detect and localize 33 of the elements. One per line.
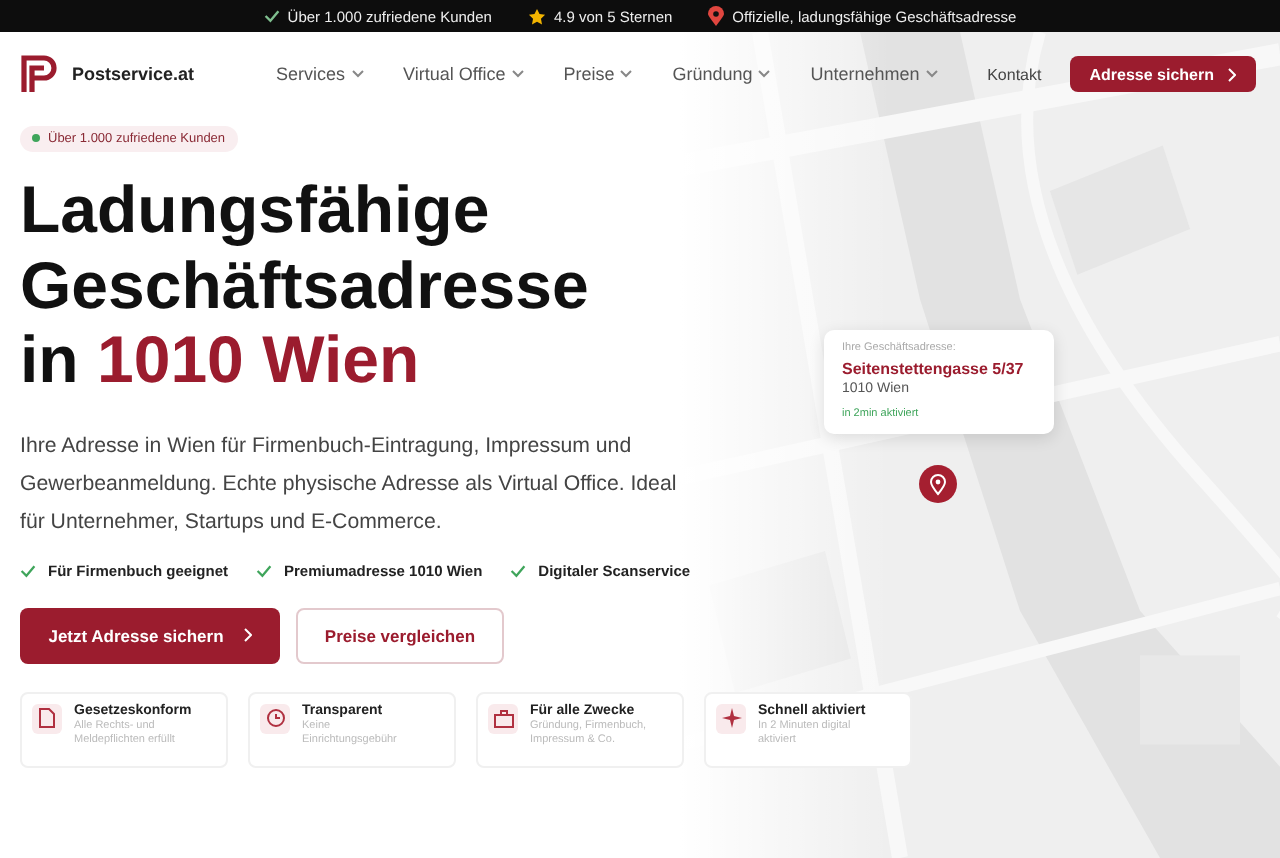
primary-button[interactable]: Jetzt Adresse sichern: [20, 607, 280, 663]
briefcase-icon: [493, 709, 513, 727]
check-icon: [256, 563, 273, 577]
chevron-right-icon: [243, 628, 252, 642]
document-icon: [38, 708, 56, 728]
pin-icon: [708, 6, 725, 26]
chevron-down-icon: [351, 70, 364, 78]
map-pin-icon: [918, 464, 958, 504]
chevron-down-icon: [620, 70, 633, 78]
chevron-down-icon: [925, 70, 938, 78]
address-street: Seitenstettengasse 5/37: [842, 360, 1026, 378]
nav-menu-item[interactable]: Preise: [563, 64, 633, 84]
nav-menu-item[interactable]: Virtual Office: [403, 64, 524, 84]
headline: Ladungsfähige: [20, 172, 490, 247]
chevron-down-icon: [511, 70, 524, 78]
check-icon: [263, 8, 280, 24]
headline: in 1010 Wien: [20, 322, 420, 397]
secondary-button[interactable]: Preise vergleichen: [296, 607, 504, 663]
nav-menu-item[interactable]: Unternehmen: [810, 64, 938, 84]
hero-description: Ihre Adresse in Wien für Firmenbuch-Eintragung, Impressum und Gewerbeanmeldung. Echte physische Adresse als Virtual Office. Ideal für Unternehmer, Startups und E-Commerce.: [20, 431, 679, 537]
clock-icon: [265, 708, 285, 728]
nav-menu-item[interactable]: Services: [276, 64, 364, 84]
check-icon: [510, 563, 527, 577]
cta-button[interactable]: Adresse sichern: [1069, 56, 1256, 92]
headline: Geschäftsadresse: [20, 247, 589, 322]
contact-link[interactable]: Kontakt: [987, 65, 1042, 83]
sparkle-icon: [721, 708, 741, 728]
check-icon: [20, 563, 36, 577]
nav-menu-item[interactable]: Gründung: [672, 64, 771, 84]
chevron-down-icon: [758, 70, 771, 78]
chevron-right-icon: [1228, 67, 1236, 81]
star-icon: [527, 7, 546, 25]
logo[interactable]: Postservice.at: [72, 64, 195, 84]
